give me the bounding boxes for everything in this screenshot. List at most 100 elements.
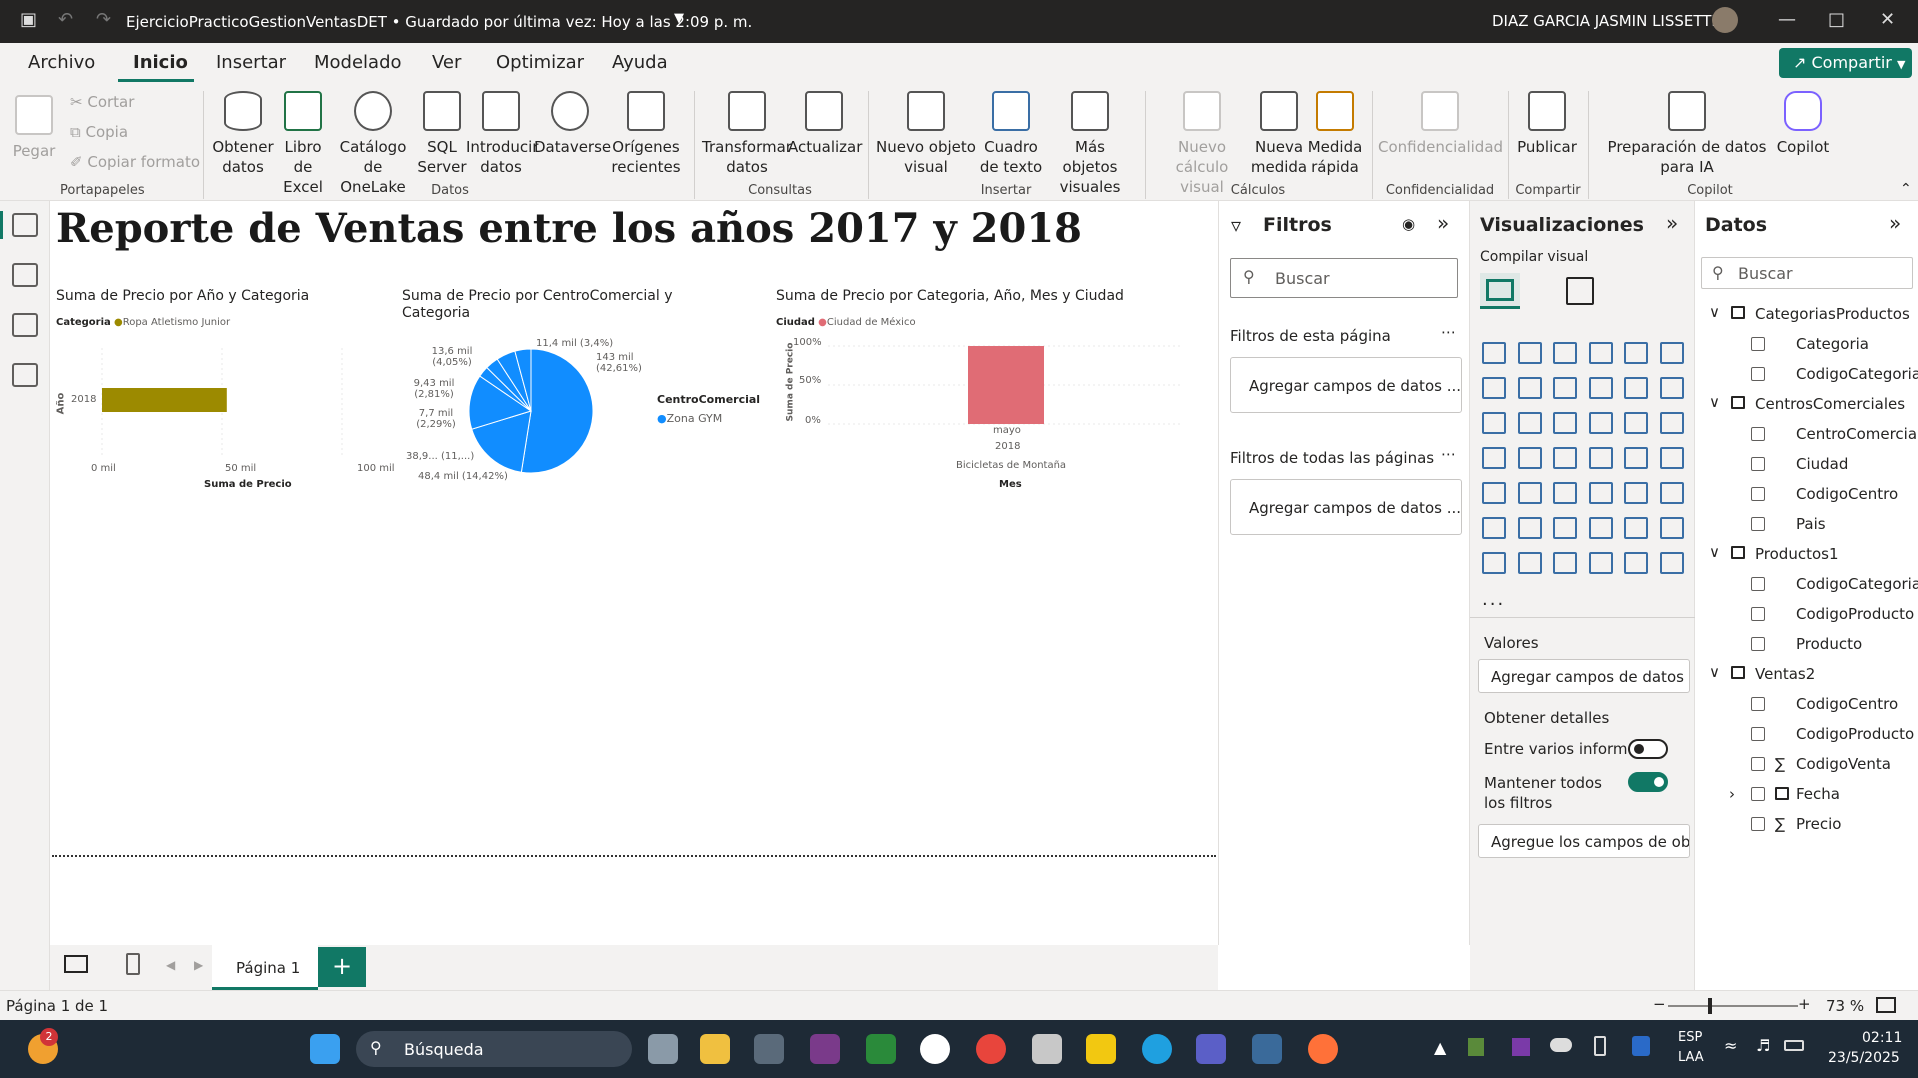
task-view-icon[interactable] bbox=[648, 1034, 678, 1064]
eye-icon[interactable]: ◉ bbox=[1402, 215, 1415, 233]
close-icon[interactable]: ✕ bbox=[1880, 9, 1895, 30]
collapse-pane-icon[interactable]: » bbox=[1437, 211, 1449, 235]
visual-type-icon[interactable] bbox=[1553, 482, 1577, 504]
all-pages-filters-dropzone[interactable]: Agregar campos de datos ... bbox=[1230, 479, 1462, 535]
copilot-button[interactable]: Copilot bbox=[1772, 91, 1834, 157]
chevron-down-icon[interactable]: ▼ bbox=[674, 11, 684, 26]
visual-type-icon[interactable] bbox=[1517, 482, 1542, 504]
tab-ayuda[interactable]: Ayuda bbox=[612, 52, 668, 73]
paste-button[interactable]: Pegar bbox=[12, 95, 56, 161]
chevron-left-icon[interactable]: ◀ bbox=[166, 958, 175, 972]
more-visuals-icon[interactable]: ... bbox=[1482, 589, 1505, 610]
virtualbox-icon[interactable] bbox=[754, 1034, 784, 1064]
report-title[interactable]: Reporte de Ventas entre los años 2017 y … bbox=[56, 205, 1082, 252]
dax-view-icon[interactable] bbox=[12, 363, 38, 387]
table-name[interactable]: CategoriasProductos bbox=[1755, 305, 1910, 323]
field-checkbox[interactable] bbox=[1751, 427, 1765, 441]
zoom-level[interactable]: 73 % bbox=[1826, 997, 1864, 1015]
undo-icon[interactable]: ↶ bbox=[58, 9, 73, 30]
field-checkbox[interactable] bbox=[1751, 337, 1765, 351]
report-view-icon[interactable] bbox=[12, 213, 38, 237]
field-checkbox[interactable] bbox=[1751, 517, 1765, 531]
pie-slice[interactable] bbox=[520, 348, 594, 474]
refresh-button[interactable]: Actualizar bbox=[788, 91, 862, 157]
tab-modelado[interactable]: Modelado bbox=[314, 52, 402, 73]
field-name[interactable]: CodigoProducto bbox=[1796, 605, 1914, 623]
avatar[interactable] bbox=[1712, 7, 1738, 33]
file-explorer-icon[interactable] bbox=[700, 1034, 730, 1064]
more-options-icon[interactable]: ⋯ bbox=[1441, 323, 1456, 341]
visual-type-icon[interactable] bbox=[1588, 377, 1613, 399]
app-icon[interactable] bbox=[866, 1034, 896, 1064]
collapse-pane-icon[interactable]: » bbox=[1666, 211, 1678, 235]
visual-type-icon[interactable] bbox=[1517, 377, 1542, 399]
table-view-icon[interactable] bbox=[12, 263, 38, 287]
battery-icon[interactable] bbox=[1784, 1040, 1804, 1051]
save-icon[interactable]: ▣ bbox=[20, 9, 37, 30]
zoom-slider[interactable] bbox=[1668, 1005, 1798, 1007]
build-visual-tab[interactable] bbox=[1480, 273, 1520, 309]
recent-sources-button[interactable]: Orígenes recientes bbox=[606, 91, 686, 177]
chevron-down-icon[interactable]: ∨ bbox=[1709, 393, 1720, 411]
mongodb-icon[interactable] bbox=[920, 1034, 950, 1064]
chevron-down-icon[interactable]: ∨ bbox=[1709, 543, 1720, 561]
tray-icon[interactable]: ▲ bbox=[1434, 1038, 1446, 1057]
format-painter-button[interactable]: ✐ Copiar formato bbox=[70, 153, 200, 171]
add-page-button[interactable]: + bbox=[318, 947, 366, 987]
collapse-pane-icon[interactable]: » bbox=[1889, 211, 1901, 235]
visual-type-icon[interactable] bbox=[1659, 342, 1684, 364]
text-box-button[interactable]: Cuadro de texto bbox=[974, 91, 1048, 177]
visual3-bar[interactable] bbox=[968, 346, 1044, 424]
tab-archivo[interactable]: Archivo bbox=[28, 52, 95, 73]
usb-icon[interactable] bbox=[1594, 1036, 1606, 1056]
visual-type-icon[interactable] bbox=[1659, 482, 1684, 504]
field-checkbox[interactable] bbox=[1751, 457, 1765, 471]
new-visual-button[interactable]: Nuevo objeto visual bbox=[876, 91, 976, 177]
onedrive-icon[interactable] bbox=[1550, 1038, 1572, 1052]
table-name[interactable]: CentrosComerciales bbox=[1755, 395, 1905, 413]
zoom-in-icon[interactable]: + bbox=[1798, 995, 1811, 1013]
zoom-slider-thumb[interactable] bbox=[1708, 998, 1712, 1014]
visual-type-icon[interactable] bbox=[1659, 412, 1684, 434]
fit-to-page-icon[interactable] bbox=[1876, 997, 1896, 1013]
windows-start-icon[interactable] bbox=[310, 1034, 340, 1064]
data-search-input[interactable]: ⚲ Buscar bbox=[1701, 257, 1913, 289]
field-name[interactable]: CodigoVenta bbox=[1796, 755, 1891, 773]
transform-data-button[interactable]: Transformar datos bbox=[700, 91, 794, 177]
field-name[interactable]: CentroComercial bbox=[1796, 425, 1918, 443]
visual-type-icon[interactable] bbox=[1482, 342, 1506, 364]
document-title[interactable]: EjercicioPracticoGestionVentasDET • Guar… bbox=[126, 13, 752, 31]
visual-type-icon[interactable] bbox=[1553, 552, 1577, 574]
visual-type-icon[interactable] bbox=[1482, 377, 1506, 399]
visual-type-icon[interactable] bbox=[1588, 517, 1613, 539]
field-name[interactable]: CodigoCentro bbox=[1796, 485, 1898, 503]
field-checkbox[interactable] bbox=[1751, 577, 1765, 591]
visual-type-icon[interactable] bbox=[1517, 342, 1542, 364]
field-name[interactable]: CodigoCentro bbox=[1796, 695, 1898, 713]
tab-optimizar[interactable]: Optimizar bbox=[496, 52, 584, 73]
field-name[interactable]: Ciudad bbox=[1796, 455, 1848, 473]
share-button[interactable]: ↗ Compartir ▼ bbox=[1779, 48, 1912, 78]
field-checkbox[interactable] bbox=[1751, 487, 1765, 501]
visual-type-icon[interactable] bbox=[1482, 517, 1506, 539]
get-data-button[interactable]: Obtener datos bbox=[208, 91, 278, 177]
cross-report-toggle[interactable] bbox=[1628, 739, 1668, 759]
chrome-icon[interactable] bbox=[976, 1034, 1006, 1064]
visual1-plot[interactable] bbox=[100, 340, 380, 465]
field-name[interactable]: Categoria bbox=[1796, 335, 1869, 353]
copy-button[interactable]: ⧉ Copia bbox=[70, 123, 128, 141]
minimize-icon[interactable]: — bbox=[1778, 9, 1796, 30]
visual-type-icon[interactable] bbox=[1553, 412, 1577, 434]
sensitivity-button[interactable]: Confidencialidad bbox=[1378, 91, 1503, 157]
more-visuals-button[interactable]: Más objetos visuales bbox=[1046, 91, 1134, 197]
wifi-icon[interactable]: ≈ bbox=[1724, 1036, 1737, 1055]
chevron-right-icon[interactable]: ▶ bbox=[194, 958, 203, 972]
tab-inicio[interactable]: Inicio bbox=[133, 52, 188, 73]
tab-insertar[interactable]: Insertar bbox=[216, 52, 286, 73]
visual-type-icon[interactable] bbox=[1624, 552, 1648, 574]
visual-type-icon[interactable] bbox=[1659, 552, 1684, 574]
visual-type-icon[interactable] bbox=[1624, 517, 1648, 539]
publish-button[interactable]: Publicar bbox=[1514, 91, 1580, 157]
field-checkbox[interactable] bbox=[1751, 637, 1765, 651]
keep-filters-toggle[interactable] bbox=[1628, 772, 1668, 792]
